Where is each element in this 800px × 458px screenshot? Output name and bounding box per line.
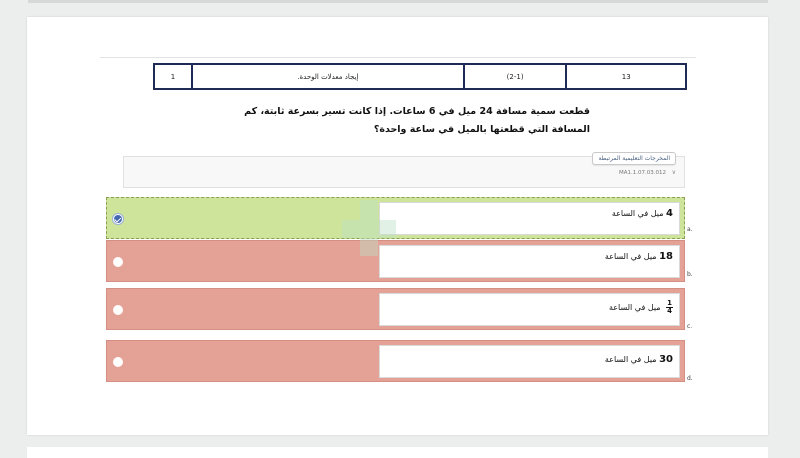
- answer-text: 4 ميل في الساعة: [612, 208, 673, 219]
- check-circle-icon[interactable]: [113, 214, 123, 224]
- answer-unit: ميل في الساعة: [604, 252, 657, 261]
- answer-unit: ميل في الساعة: [604, 355, 657, 364]
- table-row: 1 إيجاد معدلات الوحدة. (2-1) 13: [153, 63, 687, 90]
- standards-panel: المخرجات التعليمية المرتبطة ∨ MA1.1.07.0…: [123, 152, 685, 188]
- option-letter-d: d.: [687, 375, 693, 382]
- answer-box: 4 ميل في الساعة: [379, 202, 680, 235]
- answer-box: 18 ميل في الساعة: [379, 245, 680, 278]
- chevron-down-icon[interactable]: ∨: [672, 169, 676, 176]
- points-cell: 1: [153, 63, 193, 90]
- radio-icon[interactable]: [113, 257, 123, 267]
- answer-unit: ميل في الساعة: [611, 209, 664, 218]
- divider: [100, 57, 696, 58]
- answer-text: 1 4 ميل في الساعة: [609, 300, 673, 315]
- watermark-logo: [340, 200, 400, 260]
- question-number-cell: 13: [565, 63, 687, 90]
- answer-unit: ميل في الساعة: [608, 303, 661, 312]
- answer-option-d[interactable]: 30 ميل في الساعة: [106, 340, 685, 382]
- radio-icon[interactable]: [113, 305, 123, 315]
- option-letter-a: a.: [687, 226, 693, 233]
- standards-toggle-button[interactable]: المخرجات التعليمية المرتبطة: [592, 152, 676, 165]
- option-letter-c: c.: [687, 323, 693, 330]
- option-letter-b: b.: [687, 271, 693, 278]
- answer-value: 18: [659, 251, 673, 262]
- radio-icon[interactable]: [113, 357, 123, 367]
- answer-value: 4: [666, 208, 673, 219]
- answer-fraction: 1 4: [666, 300, 673, 315]
- next-card: [27, 447, 768, 458]
- top-strip: [28, 0, 768, 3]
- question-text: قطعت سمية مسافة 24 ميل في 6 ساعات. إذا ك…: [244, 106, 590, 135]
- lesson-title-cell: إيجاد معدلات الوحدة.: [190, 63, 465, 90]
- lesson-info-table: 1 إيجاد معدلات الوحدة. (2-1) 13: [153, 63, 687, 90]
- answer-box: 30 ميل في الساعة: [379, 345, 680, 378]
- answer-text: 30 ميل في الساعة: [605, 354, 673, 365]
- answer-box: 1 4 ميل في الساعة: [379, 293, 680, 326]
- standard-code: MA1.1.07.03.012: [619, 170, 666, 176]
- answer-value: 30: [659, 354, 673, 365]
- answer-text: 18 ميل في الساعة: [605, 251, 673, 262]
- answer-option-c[interactable]: 1 4 ميل في الساعة: [106, 288, 685, 330]
- lesson-number-cell: (2-1): [462, 63, 568, 90]
- fraction-denominator: 4: [667, 307, 672, 315]
